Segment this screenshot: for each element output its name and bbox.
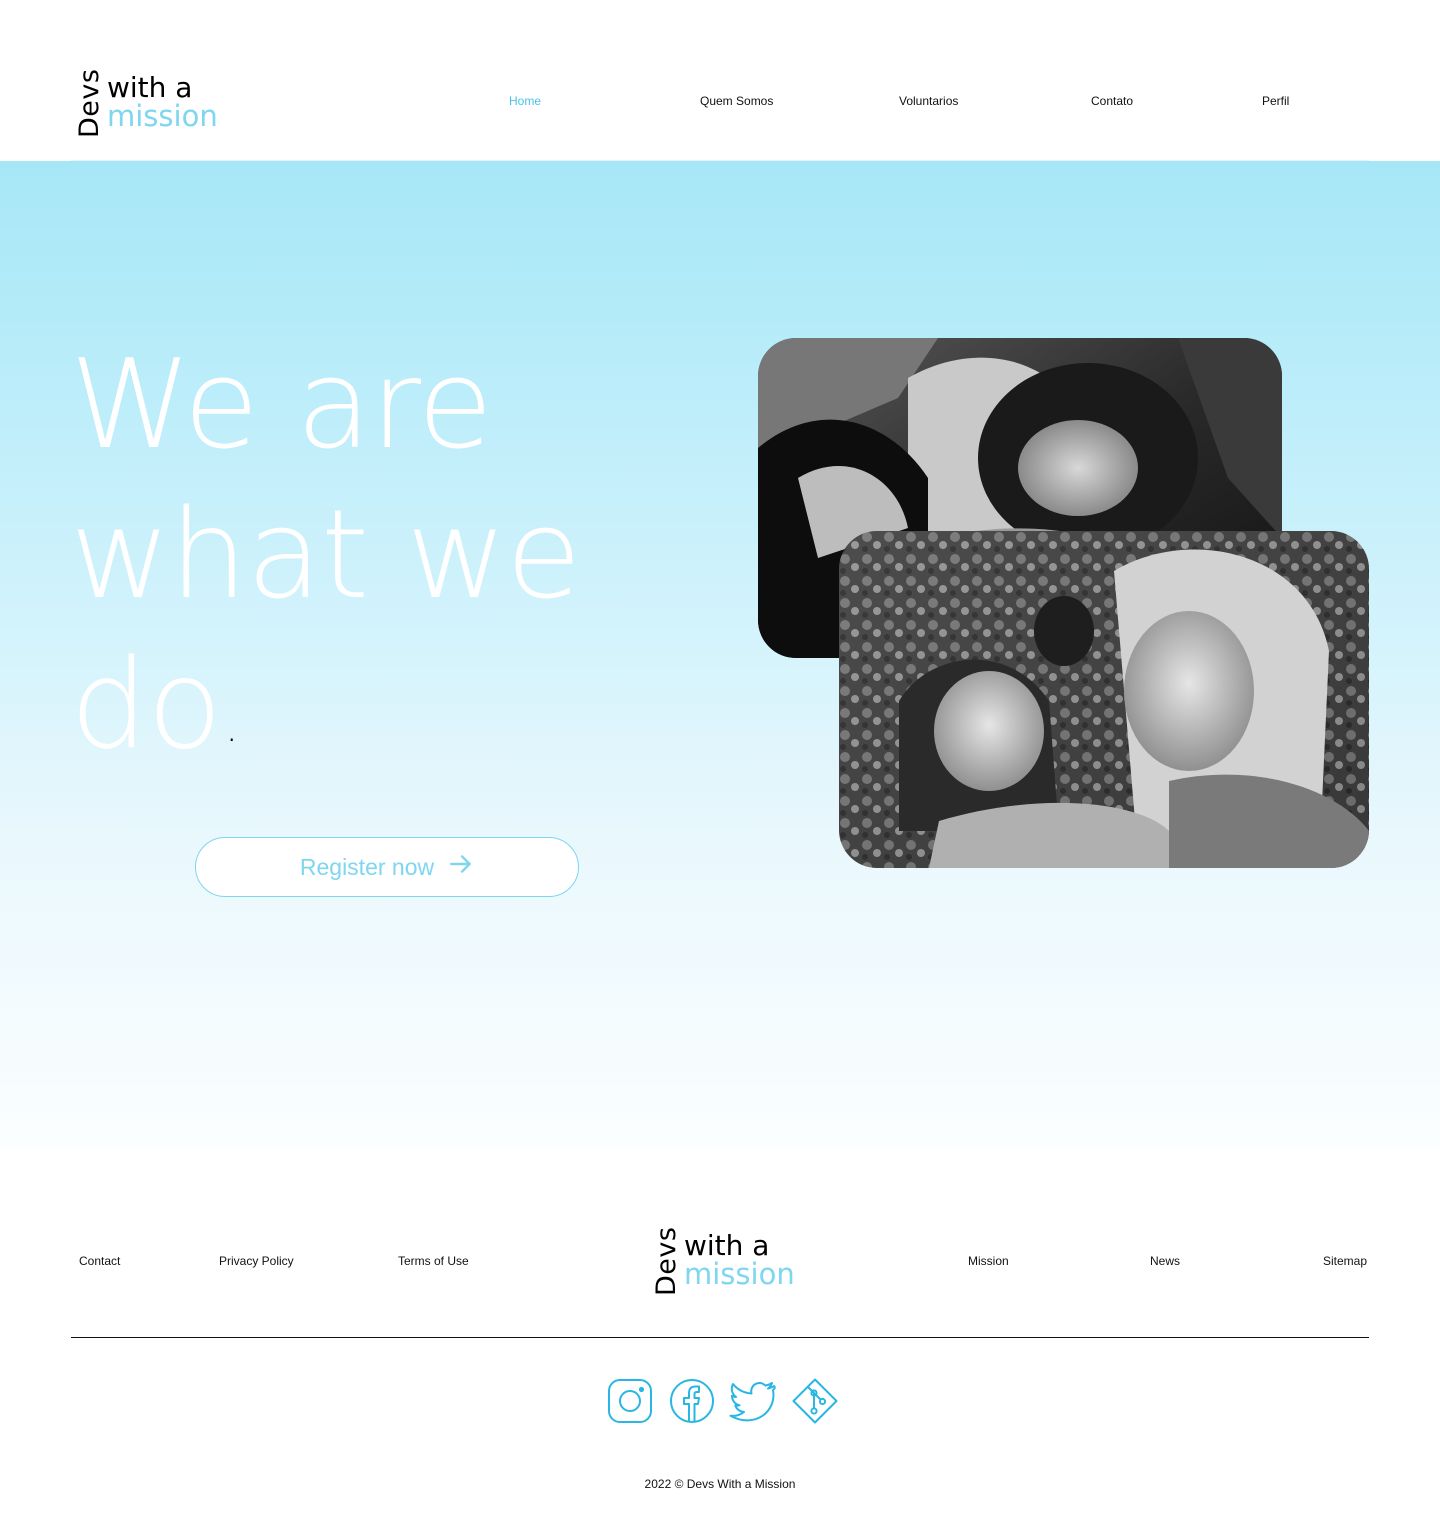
header-logo[interactable]: Devs with a mission [74,68,226,140]
logo-mission-text: mission [684,1257,795,1291]
register-now-label: Register now [299,853,435,880]
headline-line-3: do. [70,631,670,781]
headline-dot: . [225,705,238,751]
footer-link-contact[interactable]: Contact [79,1254,120,1268]
footer-link-news[interactable]: News [1150,1254,1180,1268]
logo-mission-text: mission [107,99,218,133]
footer-logo[interactable]: Devs with a mission [651,1226,803,1298]
footer-link-mission[interactable]: Mission [968,1254,1009,1268]
nav-voluntarios[interactable]: Voluntarios [899,94,958,108]
nav-home[interactable]: Home [509,94,541,108]
twitter-icon[interactable] [729,1377,777,1425]
logo-devs-text: Devs [651,1226,682,1296]
footer-link-sitemap[interactable]: Sitemap [1323,1254,1367,1268]
hero-headline: We are what we do. [70,331,670,781]
nav-perfil[interactable]: Perfil [1262,94,1289,108]
site-header: Devs with a mission Home Quem Somos Volu… [0,0,1440,161]
facebook-icon[interactable] [668,1377,716,1425]
footer-divider [71,1337,1369,1338]
instagram-icon[interactable] [606,1377,654,1425]
logo-with-a-text: with a [684,1229,770,1262]
arrow-right-icon [448,851,474,883]
logo-devs-text: Devs [74,68,105,138]
hero-section: We are what we do. Register now [0,161,1440,1149]
headline-line-1: We are [70,334,493,477]
logo-with-a-text: with a [107,71,193,104]
nav-contato[interactable]: Contato [1091,94,1133,108]
footer-link-terms-of-use[interactable]: Terms of Use [398,1254,469,1268]
nav-quem-somos[interactable]: Quem Somos [700,94,773,108]
copyright-text: 2022 © Devs With a Mission [644,1477,796,1491]
volunteer-photo-2 [839,531,1369,868]
footer-link-privacy-policy[interactable]: Privacy Policy [219,1254,294,1268]
register-now-button[interactable]: Register now [195,837,579,897]
git-icon[interactable] [791,1377,839,1425]
headline-line-2: what we [70,484,582,627]
headline-line-3-text: do [70,634,222,777]
